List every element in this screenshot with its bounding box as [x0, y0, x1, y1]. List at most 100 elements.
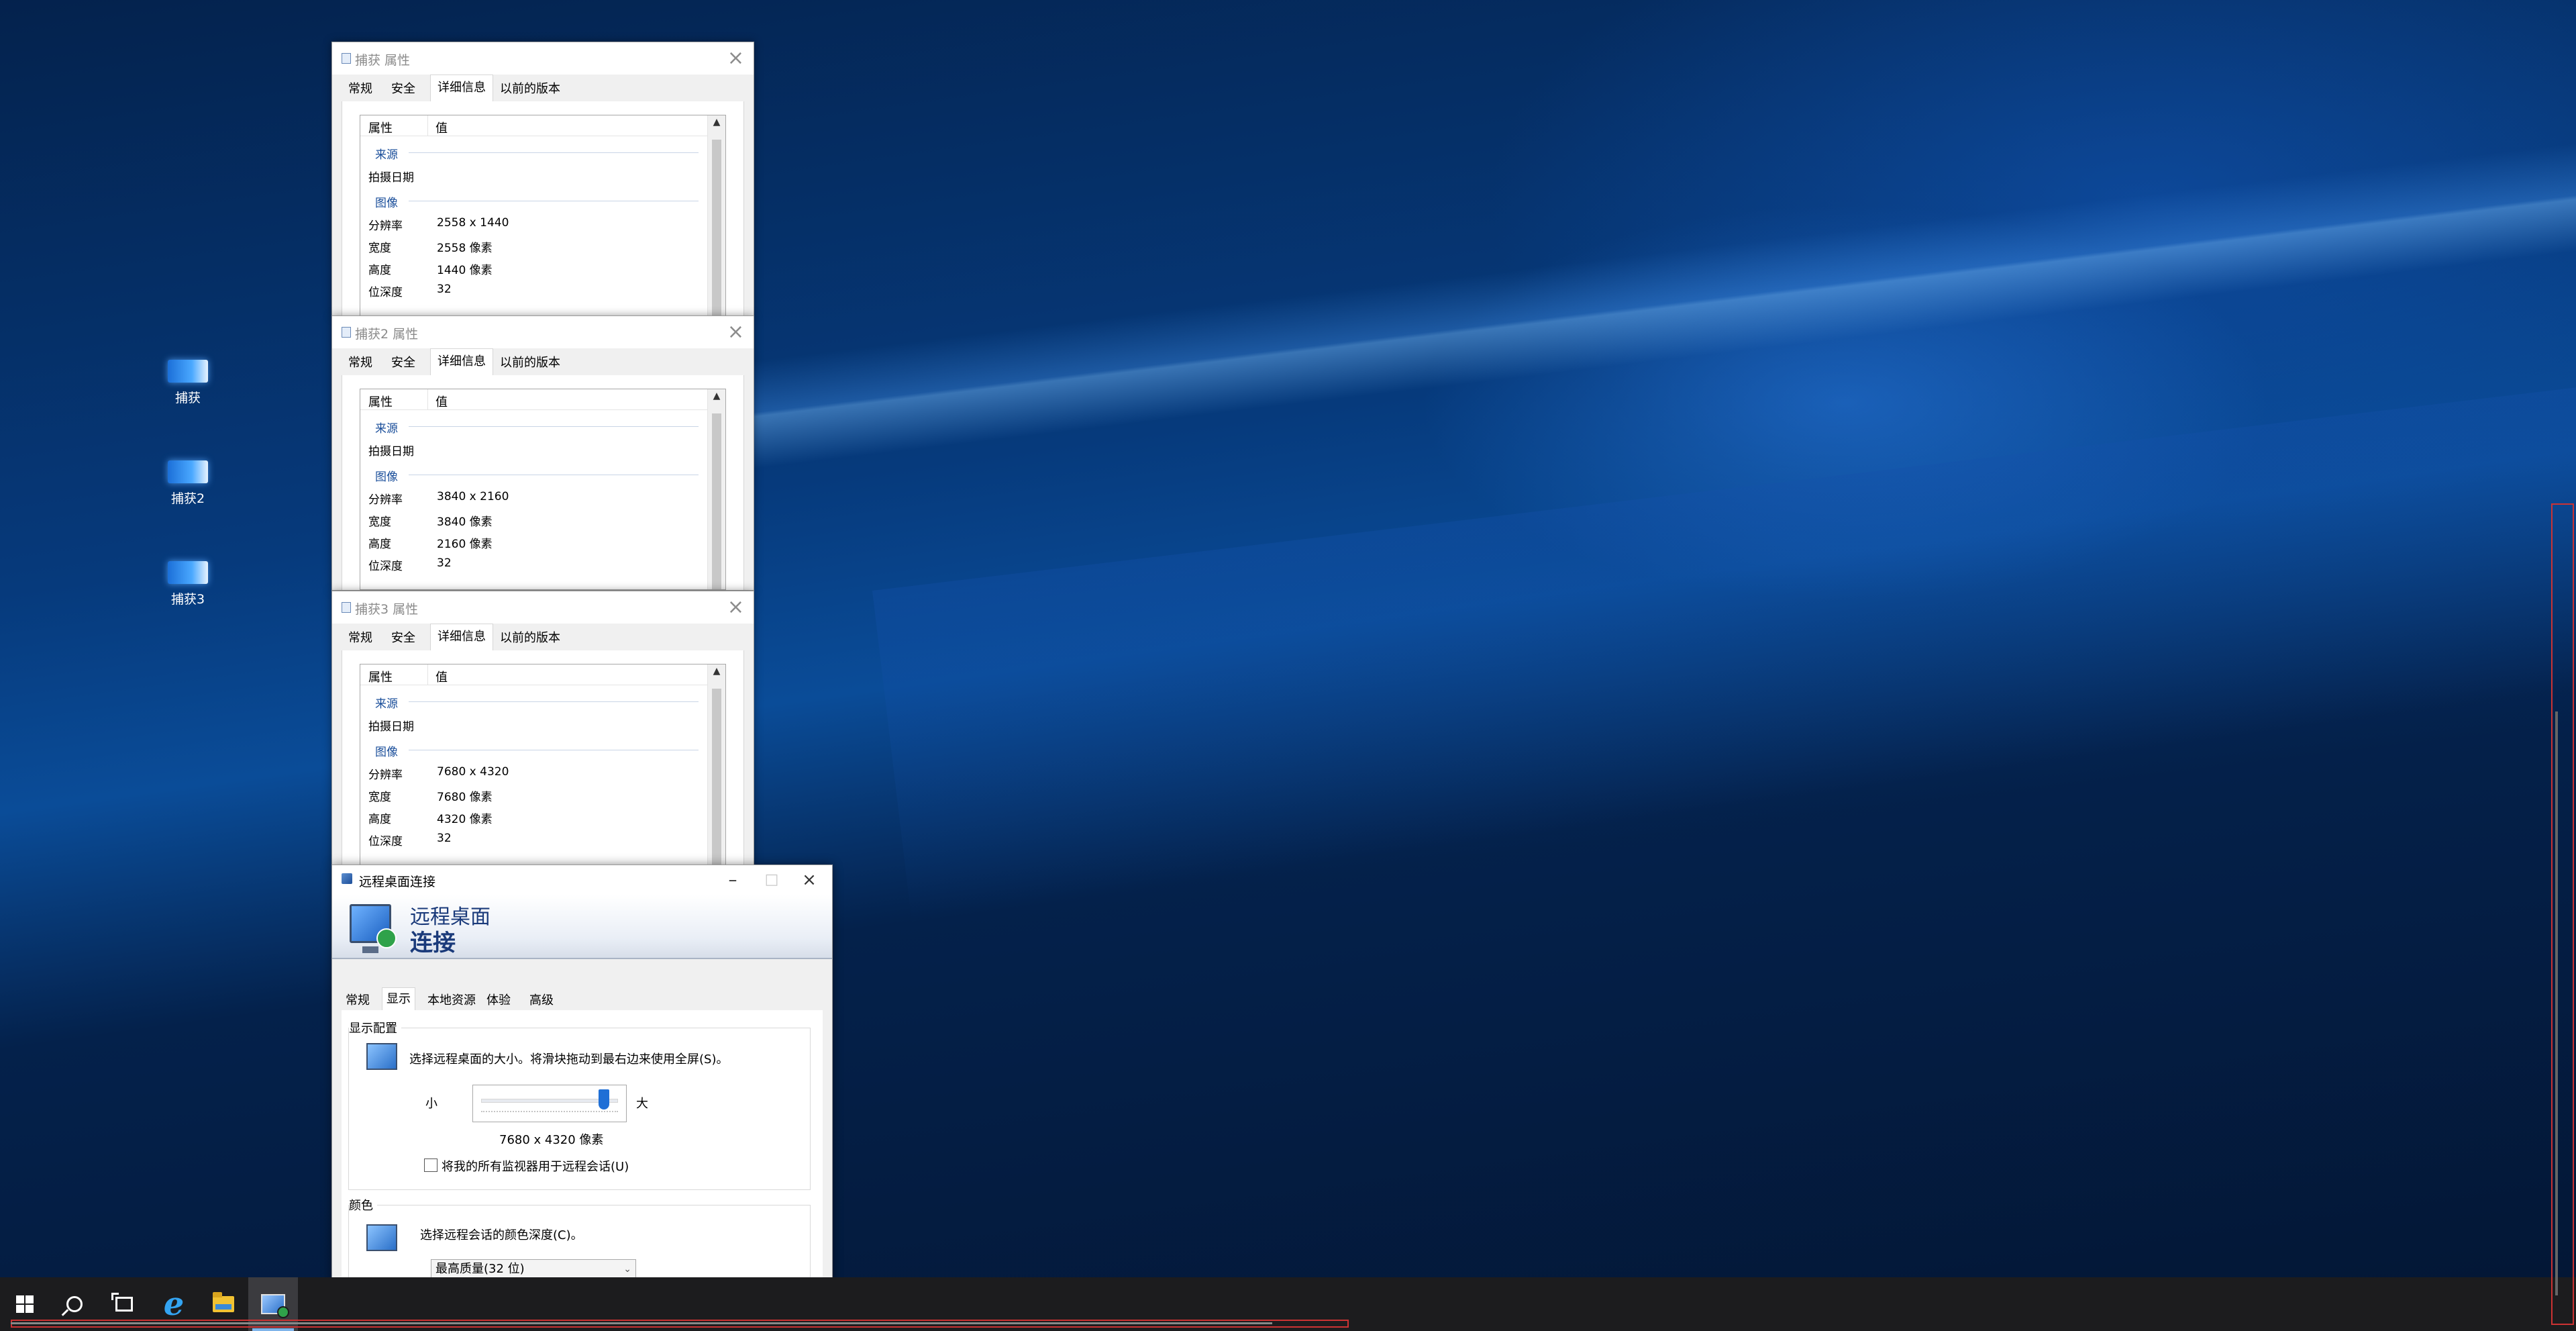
scrollbar-thumb[interactable]: [712, 140, 721, 315]
close-icon[interactable]: ×: [727, 595, 744, 620]
chevron-up-icon[interactable]: ▲: [708, 117, 725, 128]
list-item[interactable]: 分辨率 2558 x 1440: [368, 216, 509, 233]
scrollbar-thumb[interactable]: [712, 689, 721, 865]
list-item[interactable]: 分辨率 7680 x 4320: [368, 765, 509, 782]
title-bar[interactable]: 捕获3 属性 ×: [332, 591, 754, 624]
list-item[interactable]: 拍摄日期: [368, 168, 414, 185]
tab-general[interactable]: 常规: [342, 79, 379, 100]
list-item[interactable]: 分辨率 3840 x 2160: [368, 490, 509, 507]
group-source: 来源: [375, 697, 398, 711]
desktop-icon-capture2[interactable]: 捕获2: [141, 460, 235, 507]
chevron-up-icon[interactable]: ▲: [708, 666, 725, 677]
tab-previous-versions[interactable]: 以前的版本: [493, 79, 567, 100]
column-value[interactable]: 值: [435, 119, 448, 136]
slider-thumb[interactable]: [598, 1089, 609, 1110]
display-icon: [366, 1043, 397, 1070]
tab-details[interactable]: 详细信息: [430, 624, 493, 650]
title-bar[interactable]: 远程桌面连接 – □ ×: [332, 865, 832, 895]
all-monitors-label[interactable]: 将我的所有监视器用于远程会话(U): [442, 1157, 629, 1175]
list-item[interactable]: 宽度 3840 像素: [368, 512, 493, 529]
tab-experience[interactable]: 体验: [482, 991, 515, 1010]
tab-general[interactable]: 常规: [342, 628, 379, 649]
tab-previous-versions[interactable]: 以前的版本: [493, 352, 567, 374]
resolution-readout: 7680 x 4320 像素: [499, 1133, 604, 1147]
image-file-icon: [168, 460, 208, 483]
tab-security[interactable]: 安全: [384, 628, 422, 649]
vertical-scrollbar-thumb[interactable]: [2555, 711, 2558, 1295]
tab-advanced[interactable]: 高级: [525, 991, 558, 1010]
column-property[interactable]: 属性: [368, 119, 393, 136]
list-item[interactable]: 拍摄日期: [368, 717, 414, 734]
list-item[interactable]: 位深度 32: [368, 556, 452, 573]
chevron-up-icon[interactable]: ▲: [708, 391, 725, 401]
properties-window-capture2[interactable]: 捕获2 属性 × 常规 安全 详细信息 以前的版本 属性 值 来源 拍摄日期 图…: [331, 315, 754, 591]
connection-icon: [376, 928, 397, 948]
group-title: 颜色: [349, 1196, 377, 1214]
tab-general[interactable]: 常规: [342, 352, 379, 374]
list-header: 属性 值: [360, 664, 725, 685]
column-value[interactable]: 值: [435, 668, 448, 685]
task-view-icon: [111, 1293, 133, 1312]
close-icon[interactable]: ×: [727, 46, 744, 70]
list-item[interactable]: 宽度 7680 像素: [368, 787, 493, 804]
column-value[interactable]: 值: [435, 393, 448, 410]
desktop-icon-capture[interactable]: 捕获: [141, 360, 235, 406]
scrollbar[interactable]: ▲: [707, 664, 725, 865]
chevron-down-icon[interactable]: ⌄: [623, 1260, 631, 1279]
property-list[interactable]: 属性 值 来源 拍摄日期 图像 分辨率 3840 x 2160 宽度 3840 像素…: [360, 389, 726, 590]
minimize-icon[interactable]: –: [714, 867, 752, 893]
file-icon: [342, 327, 351, 338]
close-icon[interactable]: ×: [790, 867, 828, 893]
properties-window-capture3[interactable]: 捕获3 属性 × 常规 安全 详细信息 以前的版本 属性 值 来源 拍摄日期 图…: [331, 591, 754, 866]
list-item[interactable]: 高度 4320 像素: [368, 809, 493, 826]
remote-desktop-icon: [342, 873, 352, 884]
group-title: 显示配置: [349, 1019, 401, 1036]
search-icon: [66, 1296, 83, 1312]
tab-local-resources[interactable]: 本地资源: [423, 991, 480, 1010]
list-item[interactable]: 位深度 32: [368, 283, 452, 299]
list-item[interactable]: 宽度 2558 像素: [368, 238, 493, 255]
tab-details[interactable]: 详细信息: [430, 75, 493, 101]
window-title: 捕获 属性: [355, 53, 411, 68]
list-item[interactable]: 高度 1440 像素: [368, 260, 493, 277]
list-header: 属性 值: [360, 389, 725, 410]
scrollbar[interactable]: ▲: [707, 389, 725, 589]
color-depth-icon: [366, 1224, 397, 1251]
column-property[interactable]: 属性: [368, 668, 393, 685]
start-icon: [16, 1295, 34, 1313]
tab-display[interactable]: 显示: [382, 987, 415, 1011]
display-config-group: 显示配置 选择远程桌面的大小。将滑块拖动到最右边来使用全屏(S)。 小 大 76…: [348, 1019, 811, 1190]
properties-window-capture[interactable]: 捕获 属性 × 常规 安全 详细信息 以前的版本 属性 值 来源 拍摄日期 图像…: [331, 42, 754, 317]
color-depth-value: 最高质量(32 位): [435, 1262, 525, 1276]
tab-panel: 属性 值 来源 拍摄日期 图像 分辨率 2558 x 1440 宽度 2558 像素…: [342, 101, 744, 316]
desktop-icon-capture3[interactable]: 捕获3: [141, 561, 235, 607]
wallpaper-light-beam: [738, 108, 2576, 469]
tab-security[interactable]: 安全: [384, 79, 422, 100]
color-depth-select[interactable]: 最高质量(32 位) ⌄: [431, 1259, 636, 1278]
list-item[interactable]: 拍摄日期: [368, 442, 414, 458]
all-monitors-checkbox[interactable]: [424, 1159, 437, 1172]
close-icon[interactable]: ×: [727, 320, 744, 344]
display-size-slider[interactable]: [472, 1085, 627, 1122]
display-description: 选择远程桌面的大小。将滑块拖动到最右边来使用全屏(S)。: [409, 1052, 729, 1067]
scrollbar[interactable]: ▲: [707, 115, 725, 315]
tab-security[interactable]: 安全: [384, 352, 422, 374]
list-item[interactable]: 位深度 32: [368, 832, 452, 848]
internet-explorer-icon: e: [163, 1285, 185, 1323]
file-icon: [342, 602, 351, 613]
property-list[interactable]: 属性 值 来源 拍摄日期 图像 分辨率 7680 x 4320 宽度 7680 像素…: [360, 664, 726, 865]
title-bar[interactable]: 捕获2 属性 ×: [332, 316, 754, 348]
title-bar[interactable]: 捕获 属性 ×: [332, 42, 754, 75]
scrollbar-thumb[interactable]: [712, 413, 721, 589]
tab-panel: 属性 值 来源 拍摄日期 图像 分辨率 3840 x 2160 宽度 3840 像素…: [342, 375, 744, 590]
tab-general[interactable]: 常规: [342, 991, 374, 1010]
tab-details[interactable]: 详细信息: [430, 348, 493, 375]
list-item[interactable]: 高度 2160 像素: [368, 534, 493, 551]
column-property[interactable]: 属性: [368, 393, 393, 410]
desktop: 捕获 捕获2 捕获3 捕获 属性 × 常规 安全 详细信息 以前的版本 属性 值: [0, 0, 2576, 1331]
tab-previous-versions[interactable]: 以前的版本: [493, 628, 567, 649]
file-icon: [342, 53, 351, 64]
property-list[interactable]: 属性 值 来源 拍摄日期 图像 分辨率 2558 x 1440 宽度 2558 像素…: [360, 115, 726, 316]
remote-desktop-window[interactable]: 远程桌面连接 – □ × 远程桌面 连接 常规 显示 本地资源 体验 高级 显示…: [331, 865, 833, 1310]
horizontal-scrollbar-thumb[interactable]: [11, 1322, 1272, 1324]
